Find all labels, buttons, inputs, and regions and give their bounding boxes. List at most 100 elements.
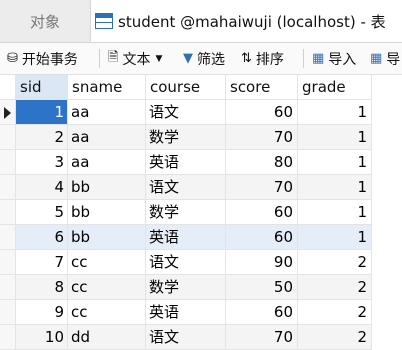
cell-sname[interactable]: cc xyxy=(68,275,146,300)
cell-sid[interactable]: 5 xyxy=(16,200,68,225)
cell-sname[interactable]: bb xyxy=(68,225,146,250)
row-marker[interactable] xyxy=(0,125,16,150)
cell-sid[interactable]: 7 xyxy=(16,250,68,275)
table-row[interactable]: 6 bb 英语 60 1 xyxy=(0,225,402,250)
cell-grade[interactable]: 2 xyxy=(298,300,372,325)
cell-grade[interactable]: 2 xyxy=(298,250,372,275)
dropdown-arrow-icon: ▼ xyxy=(155,53,163,64)
cell-course[interactable]: 语文 xyxy=(146,325,226,350)
table-row[interactable]: 5 bb 数学 60 1 xyxy=(0,200,402,225)
cell-score[interactable]: 80 xyxy=(226,150,298,175)
import-button[interactable]: ▦ 导入 xyxy=(312,43,356,74)
cell-score[interactable]: 60 xyxy=(226,225,298,250)
cell-course[interactable]: 英语 xyxy=(146,300,226,325)
column-header-sname[interactable]: sname xyxy=(68,75,146,100)
export-button[interactable]: ▦ 导 xyxy=(370,43,400,74)
cell-score[interactable]: 90 xyxy=(226,250,298,275)
row-marker[interactable] xyxy=(0,325,16,350)
text-label: 文本 xyxy=(122,51,151,68)
cell-sid[interactable]: 8 xyxy=(16,275,68,300)
sort-label: 排序 xyxy=(255,51,284,68)
cell-score[interactable]: 70 xyxy=(226,325,298,350)
cell-course[interactable]: 语文 xyxy=(146,100,226,125)
cell-grade[interactable]: 2 xyxy=(298,275,372,300)
cell-sname[interactable]: aa xyxy=(68,125,146,150)
table-row[interactable]: 9 cc 英语 60 2 xyxy=(0,300,402,325)
cell-sname[interactable]: aa xyxy=(68,150,146,175)
row-marker[interactable] xyxy=(0,100,16,125)
column-header-sid[interactable]: sid xyxy=(16,75,68,100)
cell-score[interactable]: 60 xyxy=(226,200,298,225)
tab-objects[interactable]: 对象 xyxy=(0,0,91,42)
table-row[interactable]: 8 cc 数学 50 2 xyxy=(0,275,402,300)
cell-grade[interactable]: 1 xyxy=(298,150,372,175)
cell-course[interactable]: 语文 xyxy=(146,175,226,200)
column-header-course[interactable]: course xyxy=(146,75,226,100)
cell-grade[interactable]: 1 xyxy=(298,225,372,250)
filter-button[interactable]: ▼ 筛选 xyxy=(183,43,225,74)
row-marker[interactable] xyxy=(0,300,16,325)
text-button[interactable]: 🗎 文本 ▼ xyxy=(108,43,166,74)
cell-course[interactable]: 英语 xyxy=(146,150,226,175)
transaction-icon: ⛁ xyxy=(7,51,18,66)
toolbar-divider xyxy=(303,49,304,68)
cell-sid[interactable]: 1 xyxy=(16,100,68,125)
cell-sid[interactable]: 9 xyxy=(16,300,68,325)
row-marker[interactable] xyxy=(0,250,16,275)
cell-sid[interactable]: 10 xyxy=(16,325,68,350)
cell-grade[interactable]: 1 xyxy=(298,175,372,200)
cell-score[interactable]: 70 xyxy=(226,125,298,150)
import-icon: ▦ xyxy=(312,51,325,66)
table-row[interactable]: 1 aa 语文 60 1 xyxy=(0,100,402,125)
cell-sname[interactable]: bb xyxy=(68,175,146,200)
row-marker[interactable] xyxy=(0,200,16,225)
cell-score[interactable]: 50 xyxy=(226,275,298,300)
table-icon xyxy=(95,13,113,29)
table-row[interactable]: 2 aa 数学 70 1 xyxy=(0,125,402,150)
row-marker[interactable] xyxy=(0,275,16,300)
cell-sname[interactable]: aa xyxy=(68,100,146,125)
header-corner xyxy=(0,75,16,100)
cell-score[interactable]: 60 xyxy=(226,300,298,325)
export-label: 导 xyxy=(386,51,401,68)
cell-grade[interactable]: 1 xyxy=(298,125,372,150)
row-marker[interactable] xyxy=(0,225,16,250)
toolbar-divider xyxy=(99,49,100,68)
cell-sid[interactable]: 2 xyxy=(16,125,68,150)
cell-sname[interactable]: bb xyxy=(68,200,146,225)
cell-grade[interactable]: 1 xyxy=(298,200,372,225)
column-header-grade[interactable]: grade xyxy=(298,75,372,100)
cell-grade[interactable]: 1 xyxy=(298,100,372,125)
export-icon: ▦ xyxy=(370,51,383,66)
cell-sname[interactable]: cc xyxy=(68,300,146,325)
cell-course[interactable]: 语文 xyxy=(146,250,226,275)
sort-icon: ⇅ xyxy=(241,51,252,66)
table-row[interactable]: 4 bb 语文 70 1 xyxy=(0,175,402,200)
document-icon: 🗎 xyxy=(108,49,119,65)
cell-course[interactable]: 数学 xyxy=(146,200,226,225)
cell-score[interactable]: 70 xyxy=(226,175,298,200)
sort-button[interactable]: ⇅ 排序 xyxy=(241,43,284,74)
cell-score[interactable]: 60 xyxy=(226,100,298,125)
table-row[interactable]: 10 dd 语文 70 2 xyxy=(0,325,402,350)
table-row[interactable]: 7 cc 语文 90 2 xyxy=(0,250,402,275)
cell-sid[interactable]: 4 xyxy=(16,175,68,200)
import-label: 导入 xyxy=(328,51,357,68)
cell-sname[interactable]: dd xyxy=(68,325,146,350)
column-header-score[interactable]: score xyxy=(226,75,298,100)
cell-sname[interactable]: cc xyxy=(68,250,146,275)
cell-sid[interactable]: 6 xyxy=(16,225,68,250)
tab-student-table[interactable]: student @mahaiwuji (localhost) - 表 xyxy=(91,0,402,42)
cell-course[interactable]: 数学 xyxy=(146,275,226,300)
cell-course[interactable]: 数学 xyxy=(146,125,226,150)
table-row[interactable]: 3 aa 英语 80 1 xyxy=(0,150,402,175)
filter-label: 筛选 xyxy=(197,51,225,68)
filter-icon: ▼ xyxy=(183,51,193,66)
row-marker[interactable] xyxy=(0,150,16,175)
row-marker[interactable] xyxy=(0,175,16,200)
cell-course[interactable]: 英语 xyxy=(146,225,226,250)
cell-grade[interactable]: 2 xyxy=(298,325,372,350)
cell-sid[interactable]: 3 xyxy=(16,150,68,175)
tab-student-label: student @mahaiwuji (localhost) - 表 xyxy=(118,12,386,31)
begin-transaction-button[interactable]: ⛁ 开始事务 xyxy=(7,43,78,74)
